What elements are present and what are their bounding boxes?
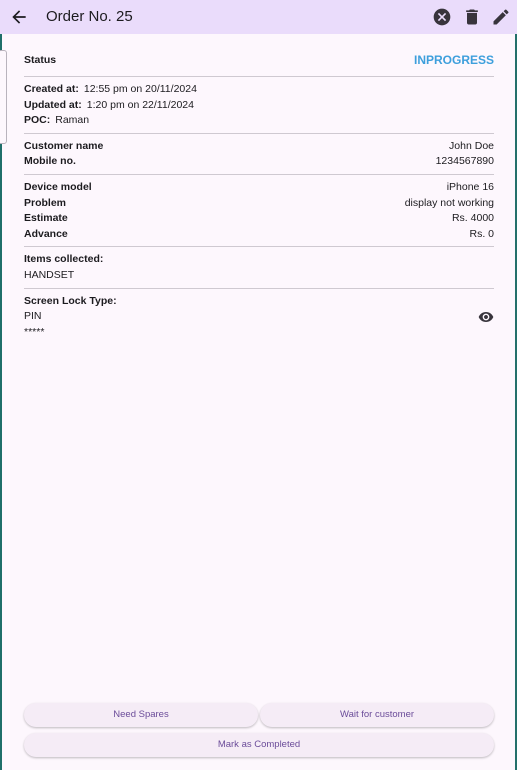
status-label: Status	[24, 54, 57, 67]
cancel-order-button[interactable]	[432, 7, 452, 27]
created-value: 12:55 pm on 20/11/2024	[83, 83, 197, 95]
screen-lock-type: PIN	[24, 310, 42, 323]
edit-icon	[493, 9, 509, 25]
order-details: Status INPROGRESS Created at: 12:55 pm o…	[24, 50, 494, 341]
problem-label: Problem	[24, 196, 67, 209]
divider	[24, 287, 494, 289]
device-model-label: Device model	[24, 180, 92, 193]
divider	[24, 173, 494, 175]
updated-label: Updated at:	[24, 98, 82, 111]
edit-order-button[interactable]	[491, 7, 511, 27]
wait-for-customer-button[interactable]: Wait for customer	[260, 703, 494, 727]
divider	[24, 246, 494, 248]
updated-value: 1:20 pm on 22/11/2024	[86, 98, 194, 111]
items-label: Items collected:	[24, 253, 104, 266]
cancel-icon	[433, 8, 451, 26]
status-badge: INPROGRESS	[413, 53, 494, 68]
estimate-label: Estimate	[24, 212, 68, 225]
mobile-label: Mobile no.	[24, 155, 76, 168]
advance-value: Rs. 0	[469, 227, 494, 240]
screen-lock-section: Screen Lock Type: PIN *****	[24, 294, 494, 341]
customer-name-label: Customer name	[24, 139, 104, 152]
poc-label: POC:	[24, 114, 51, 127]
mobile-value: 1234567890	[435, 155, 494, 168]
drawer-handle[interactable]	[0, 50, 7, 144]
device-model-value: iPhone 16	[446, 180, 494, 193]
customer-section: Customer name John Doe Mobile no. 123456…	[24, 139, 494, 170]
need-spares-button[interactable]: Need Spares	[24, 703, 258, 727]
problem-value: display not working	[404, 196, 494, 209]
screen-lock-value: *****	[24, 326, 45, 339]
back-button[interactable]	[9, 7, 29, 27]
action-buttons: Need Spares Wait for customer Mark as Co…	[24, 703, 494, 757]
device-section: Device model iPhone 16 Problem display n…	[24, 180, 494, 242]
poc-value: Raman	[55, 114, 90, 127]
delete-order-button[interactable]	[462, 7, 482, 27]
estimate-value: Rs. 4000	[451, 212, 494, 225]
page-title: Order No. 25	[46, 8, 133, 25]
items-value: HANDSET	[24, 268, 75, 281]
advance-label: Advance	[24, 227, 68, 240]
divider	[24, 132, 494, 134]
delete-icon	[466, 9, 478, 25]
meta-section: Created at: 12:55 pm on 20/11/2024 Updat…	[24, 82, 494, 129]
divider	[24, 76, 494, 77]
screen-lock-label: Screen Lock Type:	[24, 294, 117, 307]
customer-name-value: John Doe	[449, 139, 494, 152]
created-label: Created at:	[24, 83, 79, 95]
eye-icon[interactable]	[478, 309, 494, 325]
mark-completed-button[interactable]: Mark as Completed	[24, 733, 494, 757]
status-section: Status INPROGRESS	[24, 50, 494, 72]
items-section: Items collected: HANDSET	[24, 252, 494, 283]
arrow-back-icon	[12, 10, 26, 24]
app-bar: Order No. 25	[0, 0, 517, 34]
